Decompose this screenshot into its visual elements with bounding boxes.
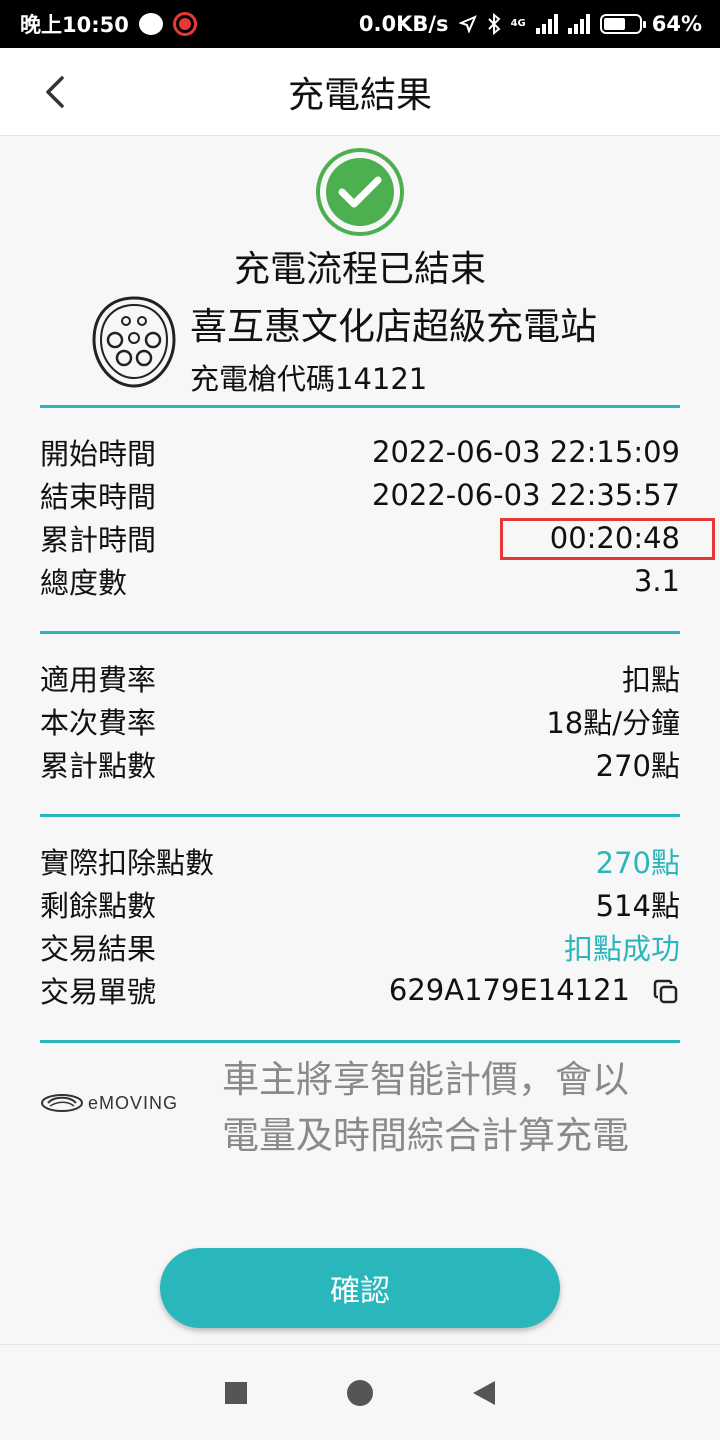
row-start-time: 開始時間 2022-06-03 22:15:09: [40, 430, 680, 473]
row-remaining-points: 剩餘點數 514點: [40, 882, 680, 925]
copy-icon[interactable]: [652, 978, 680, 1006]
row-transaction-id: 交易單號 629A179E14121: [40, 968, 680, 1011]
row-end-time: 結束時間 2022-06-03 22:35:57: [40, 473, 680, 516]
emoving-logo: eMOVING: [40, 1086, 202, 1120]
location-icon: [458, 15, 477, 33]
battery-percent: 64%: [651, 12, 702, 36]
highlight-box: [500, 518, 715, 560]
row-label: 開始時間: [40, 436, 157, 471]
row-value: 514點: [595, 888, 680, 923]
status-time: 晚上10:50: [20, 13, 129, 37]
gun-code: 充電槍代碼14121: [190, 362, 428, 396]
charger-connector-icon: [92, 296, 176, 388]
row-transaction-result: 交易結果 扣點成功: [40, 925, 680, 968]
pricing-notice: 車主將享智能計價，會以電量及時間綜合計算充電: [222, 1058, 629, 1157]
status-right: 0.0KB/s 4G 64%: [359, 12, 702, 36]
back-triangle-icon[interactable]: [473, 1380, 495, 1405]
divider: [40, 814, 680, 817]
divider: [40, 1040, 680, 1043]
row-label: 累計點數: [40, 748, 157, 783]
row-label: 實際扣除點數: [40, 845, 215, 880]
system-nav-bar: [0, 1344, 720, 1440]
row-value: 2022-06-03 22:35:57: [372, 477, 680, 512]
status-left: 晚上10:50: [20, 9, 197, 39]
row-label: 本次費率: [40, 705, 157, 740]
row-label: 結束時間: [40, 479, 157, 514]
row-value: 扣點: [621, 662, 680, 697]
row-accumulated-points: 累計點數 270點: [40, 742, 680, 785]
recent-apps-icon[interactable]: [225, 1381, 247, 1404]
row-deducted-points: 實際扣除點數 270點: [40, 839, 680, 882]
net-speed: 0.0KB/s: [358, 12, 449, 36]
row-value: 3.1: [633, 563, 680, 598]
back-button[interactable]: [30, 68, 78, 116]
chat-icon: [138, 13, 163, 35]
row-value: 270點: [595, 845, 680, 880]
signal-icon: [535, 14, 558, 34]
divider: [40, 631, 680, 634]
transaction-id-value: 629A179E14121: [389, 973, 680, 1007]
app-header: 充電結果: [0, 48, 720, 136]
row-value: 629A179E14121: [388, 972, 630, 1007]
row-label: 剩餘點數: [40, 888, 157, 923]
row-label: 適用費率: [40, 662, 157, 697]
row-value: 18點/分鐘: [546, 705, 680, 740]
confirm-button[interactable]: 確認: [160, 1248, 560, 1328]
emoving-emblem-icon: [41, 1094, 83, 1112]
page-title: 充電結果: [287, 74, 432, 116]
row-value: 270點: [595, 748, 680, 783]
home-icon[interactable]: [347, 1379, 373, 1406]
row-current-rate: 本次費率 18點/分鐘: [40, 699, 680, 742]
row-value: 2022-06-03 22:15:09: [372, 434, 680, 469]
row-value: 扣點成功: [563, 931, 680, 966]
row-label: 累計時間: [40, 522, 157, 557]
network-type: 4G: [510, 18, 526, 29]
chevron-left-icon: [46, 76, 64, 108]
station-name: 喜互惠文化店超級充電站: [190, 305, 597, 348]
record-icon: [172, 12, 197, 36]
row-label: 總度數: [40, 565, 128, 600]
brand-text: eMOVING: [88, 1092, 179, 1113]
bluetooth-icon: [487, 13, 501, 35]
row-applied-rate: 適用費率 扣點: [40, 656, 680, 699]
row-label: 交易單號: [40, 974, 157, 1009]
row-label: 交易結果: [40, 931, 157, 966]
battery-icon: [599, 14, 646, 34]
divider: [40, 405, 680, 408]
status-bar: 晚上10:50 0.0KB/s 4G 64%: [0, 0, 720, 48]
result-title: 充電流程已結束: [233, 249, 486, 290]
signal-icon-2: [567, 14, 590, 34]
row-total-kwh: 總度數 3.1: [40, 559, 680, 602]
check-circle-icon: [316, 148, 404, 236]
